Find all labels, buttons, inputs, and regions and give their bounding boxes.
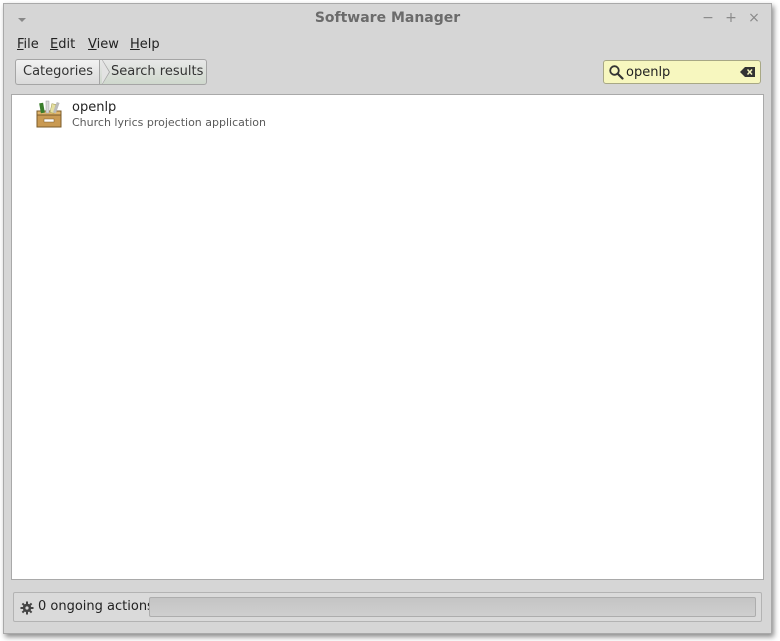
status-bar: 0 ongoing actions [13,592,762,622]
software-manager-window: Software Manager − + × File Edit View He… [3,3,772,634]
progress-bar [149,597,756,617]
package-icon [36,100,62,128]
search-results-list: openlp Church lyrics projection applicat… [11,94,764,580]
gear-icon [20,601,34,615]
titlebar: Software Manager − + × [4,4,771,32]
menu-edit-accel: E [50,37,59,52]
clear-search-icon[interactable] [740,66,756,78]
close-icon[interactable]: × [747,11,761,25]
menu-view[interactable]: View [88,37,119,52]
breadcrumb-separator-fill [102,60,109,84]
menu-view-accel: V [88,37,97,52]
search-box[interactable] [603,60,761,84]
menu-edit-label: dit [58,37,76,52]
list-item[interactable]: openlp Church lyrics projection applicat… [14,97,414,131]
menubar: File Edit View Help [4,32,771,58]
breadcrumb-categories-button[interactable]: Categories [15,59,103,85]
menu-help-accel: H [130,37,140,52]
breadcrumb-search-results-button[interactable]: Search results [99,59,207,85]
menu-help[interactable]: Help [130,37,160,52]
window-title: Software Manager [314,10,461,26]
menu-help-label: elp [139,37,160,52]
app-name: openlp [72,100,117,115]
ongoing-actions-label: 0 ongoing actions [38,599,154,614]
menu-file[interactable]: File [17,37,39,52]
minimize-icon[interactable]: − [701,11,715,25]
menu-file-label: ile [23,37,39,52]
menu-edit[interactable]: Edit [50,37,75,52]
search-icon [609,65,624,80]
search-input[interactable] [626,63,736,81]
menu-view-label: iew [96,37,119,52]
app-description: Church lyrics projection application [72,116,266,129]
maximize-icon[interactable]: + [724,11,738,25]
